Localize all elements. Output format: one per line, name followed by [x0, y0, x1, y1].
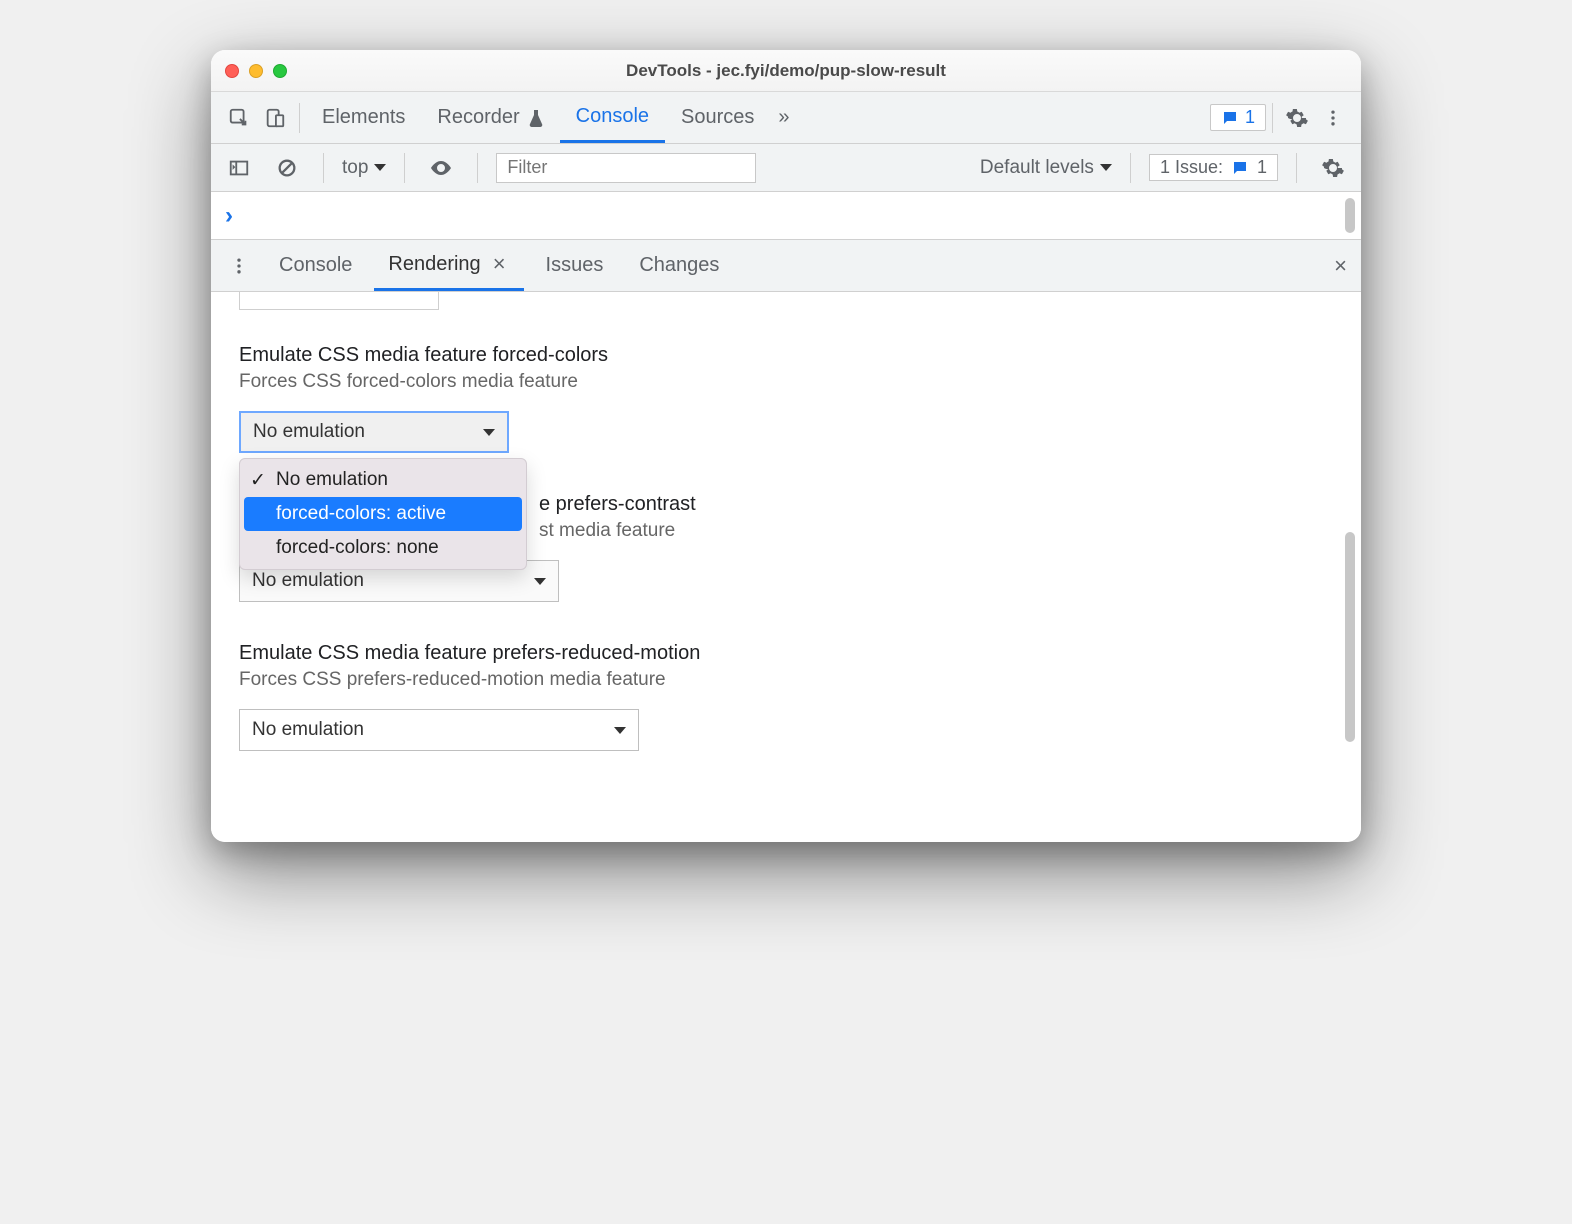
filter-divider	[1296, 153, 1297, 183]
console-settings-gear-icon[interactable]	[1315, 150, 1351, 186]
window-title: DevTools - jec.fyi/demo/pup-slow-result	[211, 61, 1361, 81]
forced-colors-select[interactable]: No emulation	[239, 411, 509, 453]
chevron-down-icon	[1100, 164, 1112, 171]
prompt-chevron-icon: ›	[225, 202, 233, 230]
titlebar: DevTools - jec.fyi/demo/pup-slow-result	[211, 50, 1361, 92]
tab-recorder-label: Recorder	[437, 106, 519, 129]
device-toolbar-icon[interactable]	[257, 100, 293, 136]
filter-divider	[477, 153, 478, 183]
prefers-reduced-motion-title: Emulate CSS media feature prefers-reduce…	[239, 642, 1333, 665]
dropdown-option-none[interactable]: forced-colors: none	[240, 531, 526, 565]
issues-counter[interactable]: 1 Issue: 1	[1149, 154, 1278, 181]
tabs-overflow-button[interactable]: »	[770, 92, 797, 143]
forced-colors-section: Emulate CSS media feature forced-colors …	[239, 344, 1333, 453]
dropdown-option-no-emulation[interactable]: ✓ No emulation	[240, 463, 526, 497]
drawer-tab-rendering-label: Rendering	[388, 253, 480, 276]
more-options-icon[interactable]	[1315, 100, 1351, 136]
flask-icon	[528, 109, 544, 127]
console-prompt[interactable]: ›	[211, 192, 1361, 240]
chevron-down-icon	[534, 578, 546, 585]
prefers-reduced-motion-subtitle: Forces CSS prefers-reduced-motion media …	[239, 669, 1333, 691]
clear-console-icon[interactable]	[269, 150, 305, 186]
issues-counter-label: 1 Issue:	[1160, 157, 1223, 178]
scrollbar-thumb[interactable]	[1345, 532, 1355, 742]
toolbar-divider	[1272, 103, 1273, 133]
dropdown-option-label: forced-colors: none	[276, 537, 439, 558]
issues-badge-count: 1	[1245, 107, 1255, 128]
tab-sources[interactable]: Sources	[665, 92, 770, 143]
tab-elements[interactable]: Elements	[306, 92, 421, 143]
prefers-contrast-title-text: e prefers-contrast	[539, 493, 696, 515]
drawer-tab-console[interactable]: Console	[265, 240, 366, 291]
message-icon	[1221, 109, 1239, 127]
execution-context-selector[interactable]: top	[342, 157, 386, 179]
issues-badge[interactable]: 1	[1210, 104, 1266, 131]
tab-console[interactable]: Console	[560, 92, 665, 143]
prefers-reduced-motion-select-value: No emulation	[252, 719, 364, 741]
toolbar-divider	[299, 103, 300, 133]
forced-colors-select-value: No emulation	[253, 421, 365, 443]
settings-gear-icon[interactable]	[1279, 100, 1315, 136]
chevron-down-icon	[374, 164, 386, 171]
check-icon: ✓	[250, 469, 266, 492]
console-filter-bar: top Default levels 1 Issue: 1	[211, 144, 1361, 192]
drawer-tab-rendering[interactable]: Rendering ×	[374, 240, 523, 291]
traffic-lights	[225, 64, 287, 78]
prefers-reduced-motion-select[interactable]: No emulation	[239, 709, 639, 751]
tab-recorder[interactable]: Recorder	[421, 92, 559, 143]
message-icon	[1231, 159, 1249, 177]
forced-colors-dropdown: ✓ No emulation forced-colors: active for…	[239, 458, 527, 570]
dropdown-option-label: No emulation	[276, 469, 388, 490]
console-filter-input[interactable]	[496, 153, 756, 183]
prefers-contrast-select-value: No emulation	[252, 570, 364, 592]
chevron-down-icon	[483, 429, 495, 436]
close-tab-icon[interactable]: ×	[489, 251, 510, 277]
execution-context-label: top	[342, 157, 368, 179]
zoom-window-button[interactable]	[273, 64, 287, 78]
main-toolbar: Elements Recorder Console Sources » 1	[211, 92, 1361, 144]
inspect-element-icon[interactable]	[221, 100, 257, 136]
devtools-window: DevTools - jec.fyi/demo/pup-slow-result …	[211, 50, 1361, 842]
filter-divider	[404, 153, 405, 183]
prefers-contrast-sub-text: st media feature	[539, 520, 675, 541]
issues-counter-count: 1	[1257, 157, 1267, 178]
filter-divider	[323, 153, 324, 183]
forced-colors-title: Emulate CSS media feature forced-colors	[239, 344, 1333, 367]
rendering-panel: Emulate CSS media feature forced-colors …	[211, 292, 1361, 842]
console-sidebar-toggle-icon[interactable]	[221, 150, 257, 186]
partial-select-above	[239, 292, 439, 310]
drawer-tab-issues[interactable]: Issues	[532, 240, 618, 291]
drawer-toolbar: Console Rendering × Issues Changes ×	[211, 240, 1361, 292]
log-levels-selector[interactable]: Default levels	[980, 157, 1112, 179]
chevron-down-icon	[614, 727, 626, 734]
live-expression-eye-icon[interactable]	[423, 150, 459, 186]
dropdown-option-label: forced-colors: active	[276, 503, 446, 524]
minimize-window-button[interactable]	[249, 64, 263, 78]
dropdown-option-active[interactable]: forced-colors: active	[244, 497, 522, 531]
close-drawer-icon[interactable]: ×	[1330, 253, 1351, 279]
forced-colors-subtitle: Forces CSS forced-colors media feature	[239, 371, 1333, 393]
prefers-reduced-motion-section: Emulate CSS media feature prefers-reduce…	[239, 642, 1333, 751]
filter-divider	[1130, 153, 1131, 183]
close-window-button[interactable]	[225, 64, 239, 78]
drawer-tab-changes[interactable]: Changes	[625, 240, 733, 291]
drawer-more-icon[interactable]	[221, 248, 257, 284]
log-levels-label: Default levels	[980, 157, 1094, 179]
